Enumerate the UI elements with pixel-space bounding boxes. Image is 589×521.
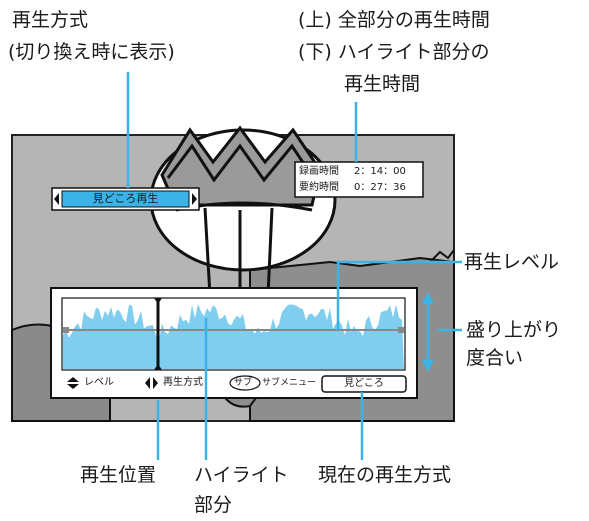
callout-current-mode: 現在の再生方式 [318, 464, 452, 486]
callout-time-line1: (上) 全部分の再生時間 [298, 9, 490, 31]
callout-time-line3: 再生時間 [344, 73, 421, 95]
footer-sub-icon-label: サブ [234, 378, 253, 388]
sum-time-label: 要約時間 [299, 182, 339, 193]
footer-sub-menu-label: サブメニュー [262, 378, 317, 388]
callout-level: 再生レベル [464, 251, 560, 273]
callout-highlight-line2: 部分 [194, 494, 233, 516]
sum-time-value: 0：27：36 [354, 182, 406, 193]
callout-mode-sub: (切り換え時に表示) [8, 41, 175, 63]
callout-excite-line1: 盛り上がり [466, 319, 562, 341]
level-line-right-handle[interactable] [398, 327, 404, 333]
callout-highlight-line1: ハイライト [194, 464, 289, 486]
footer-mode-label: 再生方式 [163, 377, 203, 388]
rec-time-label: 録画時間 [299, 166, 339, 177]
callout-excite-line2: 度合い [466, 347, 524, 369]
level-line-left-handle[interactable] [63, 327, 69, 333]
callout-time-line2: (下) ハイライト部分の [298, 41, 490, 63]
callout-mode-title: 再生方式 [12, 9, 89, 31]
mode-selector-label: 見どころ再生 [92, 192, 159, 205]
current-mode-label: 見どころ [344, 378, 384, 389]
rec-time-value: 2：14：00 [354, 166, 406, 177]
footer-level-label: レベル [84, 377, 114, 388]
callout-position: 再生位置 [80, 464, 157, 486]
